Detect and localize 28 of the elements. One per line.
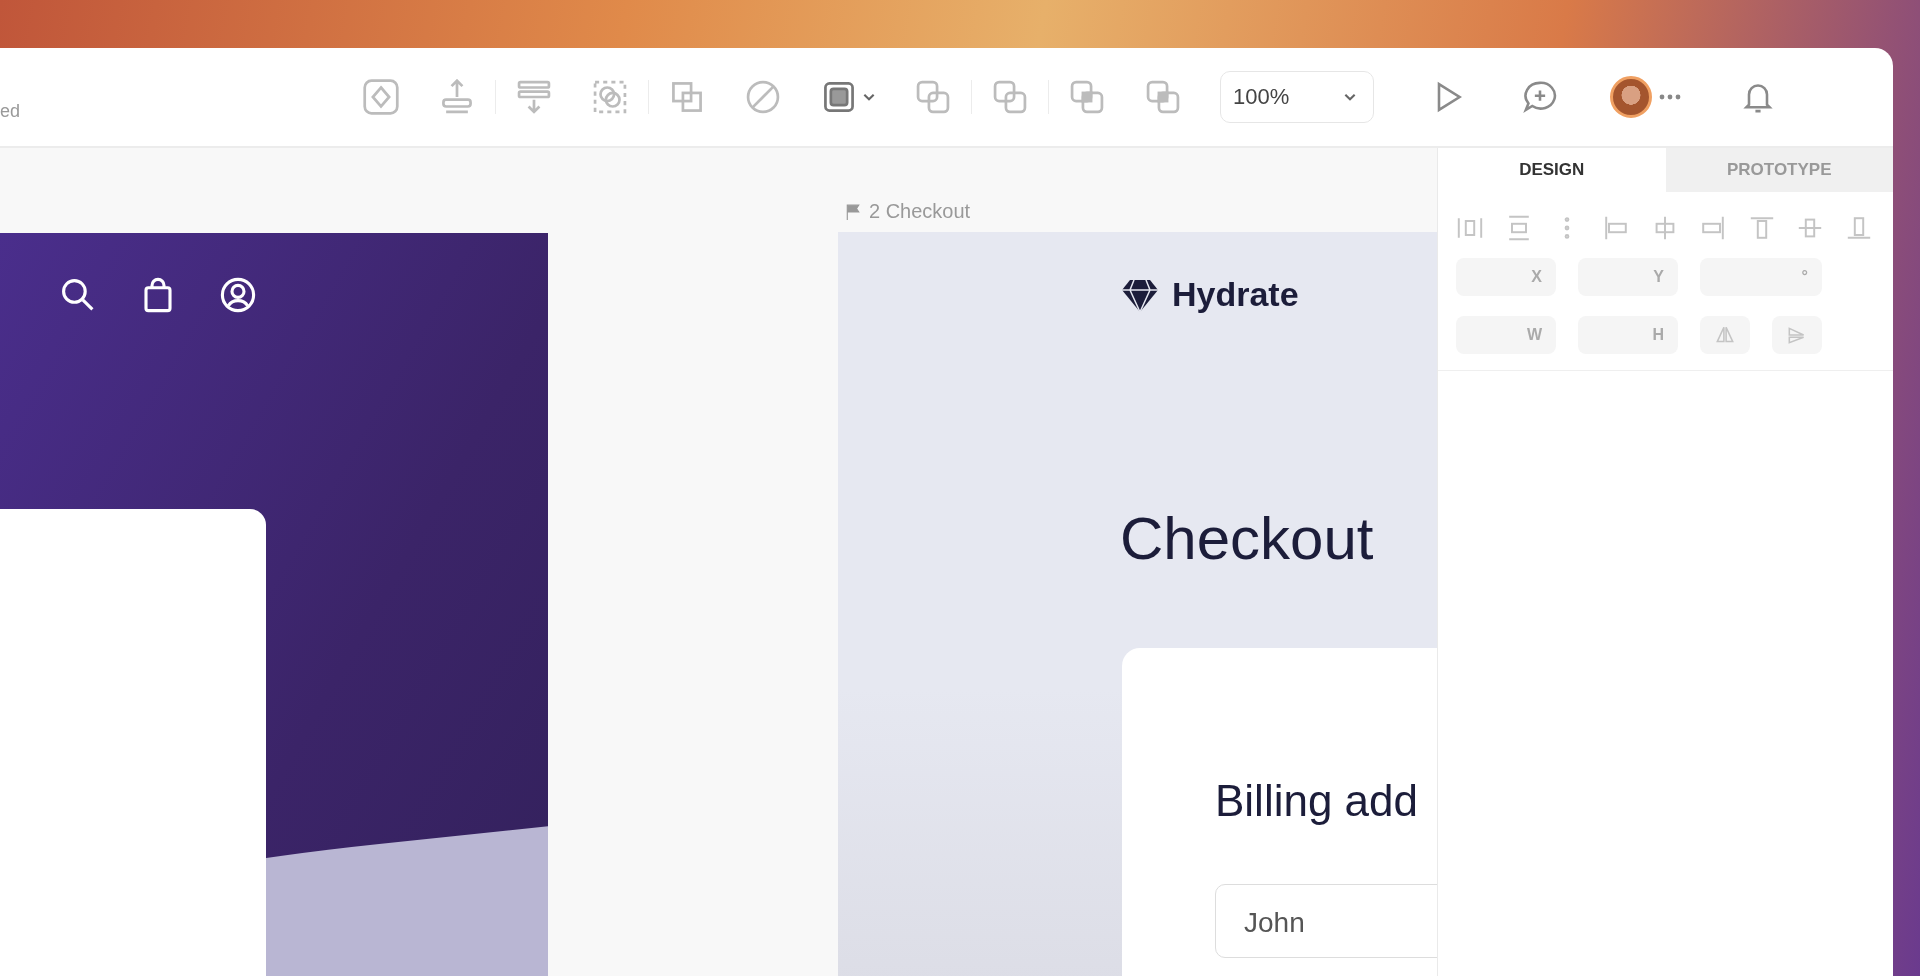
property-field[interactable]: X [1456, 258, 1556, 296]
distribute-icon[interactable] [515, 78, 553, 116]
zoom-select[interactable]: 100% [1220, 71, 1374, 123]
component-icon[interactable] [362, 78, 400, 116]
frame-label: 2 Checkout [869, 200, 971, 223]
add-comment-icon[interactable] [1522, 79, 1558, 115]
union-icon[interactable] [914, 78, 952, 116]
billing-heading: Billing add [1215, 776, 1419, 826]
mask-icon[interactable] [591, 78, 629, 116]
file-status: ed [0, 99, 22, 122]
property-field[interactable]: H [1578, 316, 1678, 354]
search-icon [60, 277, 96, 313]
more-icon[interactable] [1658, 93, 1682, 101]
checkout-heading: Checkout [1120, 504, 1374, 573]
account-icon [220, 277, 256, 313]
slash-circle-icon[interactable] [744, 78, 782, 116]
property-field[interactable]: ° [1700, 258, 1822, 296]
brand-name: Hydrate [1172, 274, 1299, 314]
user-avatar[interactable] [1610, 76, 1652, 118]
property-field[interactable]: W [1456, 316, 1556, 354]
flip-vertical-icon[interactable] [1772, 316, 1822, 354]
intersect-icon[interactable] [1068, 78, 1106, 116]
align-bottom-icon[interactable] [1845, 214, 1873, 242]
exclude-icon[interactable] [1144, 78, 1182, 116]
property-field[interactable]: Y [1578, 258, 1678, 296]
flip-horizontal-icon[interactable] [1700, 316, 1750, 354]
flag-icon [845, 203, 861, 220]
panel-tab[interactable]: PROTOTYPE [1665, 148, 1893, 192]
